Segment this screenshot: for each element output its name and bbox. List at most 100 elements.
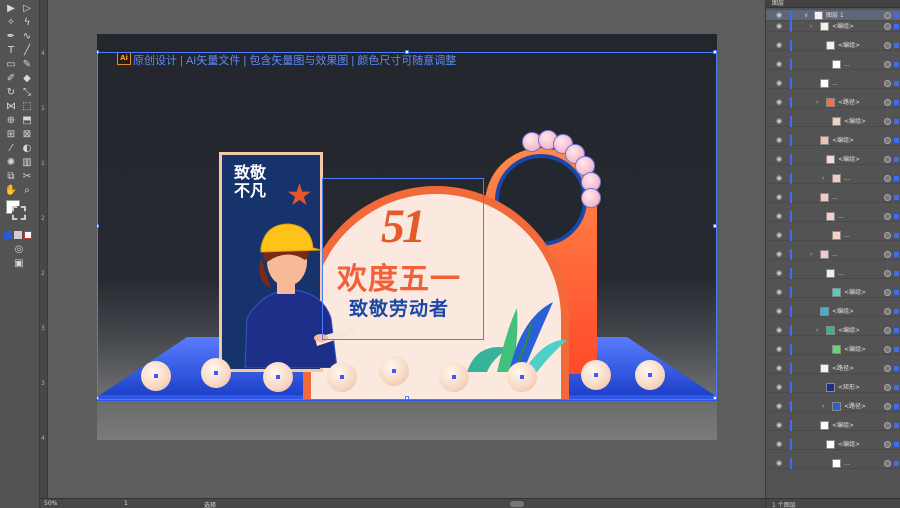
eyedropper-tool-icon[interactable]: ⁄ [4, 143, 18, 155]
selection-indicator[interactable] [894, 423, 899, 428]
target-circle-icon[interactable] [884, 23, 891, 30]
free-transform-tool-icon[interactable]: ⬚ [20, 101, 34, 113]
layer-row[interactable]: ◉ › <路径> [766, 97, 900, 108]
target-circle-icon[interactable] [884, 270, 891, 277]
layer-name[interactable]: <编组> [832, 22, 854, 31]
target-circle-icon[interactable] [884, 118, 891, 125]
artboard-tool-icon[interactable]: ⧉ [4, 171, 18, 183]
slice-tool-icon[interactable]: ✂ [20, 171, 34, 183]
layer-row[interactable]: ◉ ›... [766, 249, 900, 260]
selection-indicator[interactable] [894, 366, 899, 371]
selection-indicator[interactable] [894, 81, 899, 86]
visibility-eye-icon[interactable]: ◉ [776, 288, 782, 297]
visibility-eye-icon[interactable]: ◉ [776, 364, 782, 373]
floor-ball[interactable] [635, 360, 665, 390]
layer-row[interactable]: ◉ › <路径> [766, 401, 900, 412]
layer-name[interactable]: ... [844, 60, 850, 69]
visibility-eye-icon[interactable]: ◉ [776, 307, 782, 316]
line-tool-icon[interactable]: ╱ [20, 45, 34, 57]
selection-indicator[interactable] [894, 13, 899, 18]
floor-ball[interactable] [327, 362, 357, 392]
target-circle-icon[interactable] [884, 194, 891, 201]
visibility-eye-icon[interactable]: ◉ [776, 117, 782, 126]
selection-indicator[interactable] [894, 214, 899, 219]
selection-indicator[interactable] [894, 328, 899, 333]
layer-row[interactable]: ◉ ›... [766, 173, 900, 184]
selection-indicator[interactable] [894, 176, 899, 181]
layer-row[interactable]: ◉... [766, 192, 900, 203]
layer-name[interactable]: <编组> [832, 307, 854, 316]
layer-row[interactable]: ◉ <编组> [766, 306, 900, 317]
selection-indicator[interactable] [894, 24, 899, 29]
curvature-tool-icon[interactable]: ∿ [20, 31, 34, 43]
visibility-eye-icon[interactable]: ◉ [776, 345, 782, 354]
visibility-eye-icon[interactable]: ◉ [776, 402, 782, 411]
layer-name[interactable]: <编组> [838, 41, 860, 50]
resize-handle[interactable] [713, 224, 717, 228]
width-tool-icon[interactable]: ⋈ [4, 101, 18, 113]
target-circle-icon[interactable] [884, 251, 891, 258]
layer-row[interactable]: ◉... [766, 59, 900, 70]
selection-indicator[interactable] [894, 195, 899, 200]
target-circle-icon[interactable] [884, 99, 891, 106]
resize-handle[interactable] [97, 50, 99, 54]
layer-name[interactable]: <编组> [832, 136, 854, 145]
scale-tool-icon[interactable]: ⤡ [20, 87, 34, 99]
visibility-eye-icon[interactable]: ◉ [776, 193, 782, 202]
chevron-right-icon[interactable]: › [810, 22, 812, 31]
layer-name[interactable]: <编组> [838, 440, 860, 449]
visibility-eye-icon[interactable]: ◉ [776, 326, 782, 335]
visibility-eye-icon[interactable]: ◉ [776, 383, 782, 392]
target-circle-icon[interactable] [884, 327, 891, 334]
selection-indicator[interactable] [894, 347, 899, 352]
selection-indicator[interactable] [894, 252, 899, 257]
floor-ball[interactable] [581, 360, 611, 390]
none-mode-icon[interactable] [24, 231, 32, 239]
visibility-eye-icon[interactable]: ◉ [776, 98, 782, 107]
selection-indicator[interactable] [894, 43, 899, 48]
target-circle-icon[interactable] [884, 156, 891, 163]
selection-indicator[interactable] [894, 404, 899, 409]
floor-ball[interactable] [141, 361, 171, 391]
shaper-tool-icon[interactable]: ✐ [4, 73, 18, 85]
resize-handle[interactable] [97, 396, 99, 400]
chevron-right-icon[interactable]: › [816, 98, 818, 107]
selection-indicator[interactable] [894, 119, 899, 124]
visibility-eye-icon[interactable]: ◉ [776, 459, 782, 468]
visibility-eye-icon[interactable]: ◉ [776, 79, 782, 88]
target-circle-icon[interactable] [884, 80, 891, 87]
target-circle-icon[interactable] [884, 346, 891, 353]
shape-builder-tool-icon[interactable]: ⊕ [4, 115, 18, 127]
layer-row[interactable]: ◉ <矩形> [766, 382, 900, 393]
type-tool-icon[interactable]: T [4, 45, 18, 57]
layer-row[interactable]: ◉... [766, 268, 900, 279]
layer-row-top[interactable]: ◉ ∨ 图层 1 [766, 10, 900, 21]
symbol-sprayer-tool-icon[interactable]: ✺ [4, 157, 18, 169]
layer-row[interactable]: ◉ <编组> [766, 420, 900, 431]
layer-name[interactable]: <编组> [844, 345, 866, 354]
layer-name[interactable]: <编组> [844, 117, 866, 126]
perspective-grid-tool-icon[interactable]: ⊞ [4, 129, 18, 141]
visibility-eye-icon[interactable]: ◉ [776, 60, 782, 69]
target-circle-icon[interactable] [884, 308, 891, 315]
layer-name[interactable]: <编组> [838, 326, 860, 335]
visibility-eye-icon[interactable]: ◉ [776, 212, 782, 221]
layer-row[interactable]: ◉... [766, 78, 900, 89]
pen-tool-icon[interactable]: ✒ [4, 31, 18, 43]
target-circle-icon[interactable] [884, 12, 891, 19]
resize-handle[interactable] [713, 50, 717, 54]
layer-row[interactable]: ◉ <编组> [766, 40, 900, 51]
blend-tool-icon[interactable]: ◐ [20, 143, 34, 155]
visibility-eye-icon[interactable]: ◉ [776, 136, 782, 145]
visibility-eye-icon[interactable]: ◉ [776, 250, 782, 259]
layer-name[interactable]: <路径> [844, 402, 866, 411]
status-mode[interactable]: 选择 [204, 500, 216, 508]
magic-wand-tool-icon[interactable]: ✧ [4, 17, 18, 29]
target-circle-icon[interactable] [884, 213, 891, 220]
zoom-tool-icon[interactable]: ⌕ [20, 185, 34, 197]
target-circle-icon[interactable] [884, 441, 891, 448]
target-circle-icon[interactable] [884, 232, 891, 239]
layer-name[interactable]: ... [832, 250, 838, 259]
target-circle-icon[interactable] [884, 460, 891, 467]
target-circle-icon[interactable] [884, 61, 891, 68]
